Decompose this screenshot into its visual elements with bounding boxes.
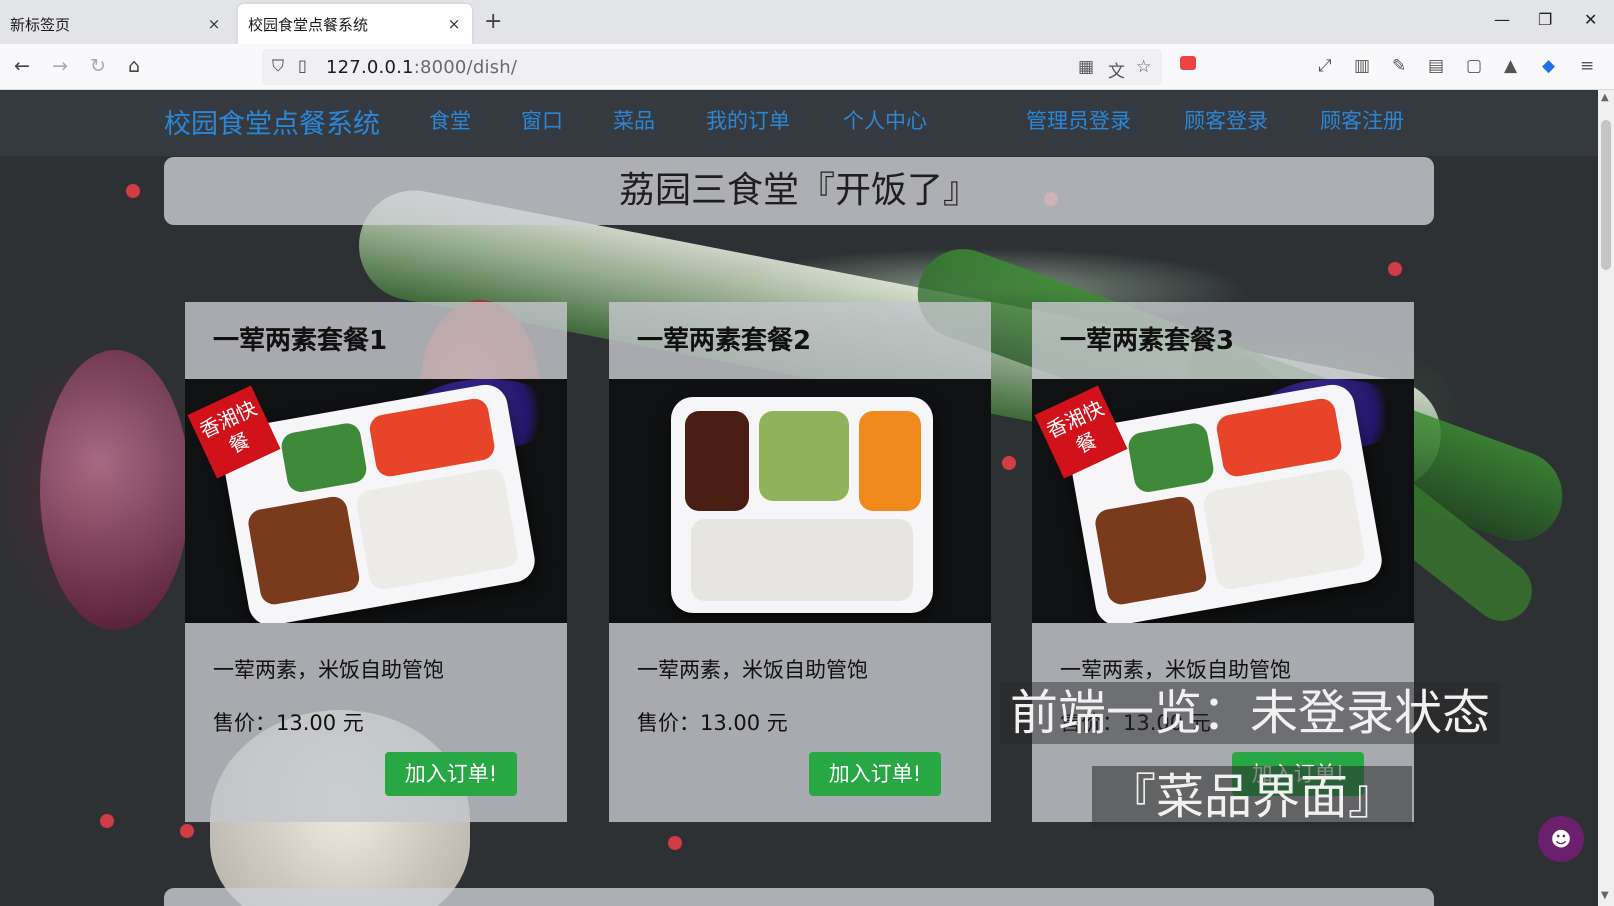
dish-description: 一荤两素，米饭自助管饱 bbox=[637, 658, 868, 682]
photo-rice bbox=[691, 519, 913, 601]
photo-pumpkin bbox=[859, 411, 921, 511]
menu-icon[interactable]: ≡ bbox=[1580, 56, 1594, 76]
dish-photo: 香湘快餐 bbox=[185, 379, 567, 623]
home-icon[interactable]: ⌂ bbox=[128, 54, 140, 78]
tab-close-icon[interactable]: × bbox=[446, 15, 462, 33]
next-canteen-banner bbox=[164, 888, 1434, 906]
browser-toolbar: ← → ↻ ⌂ ⛉ ▯ 127.0.0.1:8000/dish/ ▦ 文 ☆ ⤢… bbox=[0, 44, 1614, 90]
photo-rice bbox=[1201, 466, 1367, 592]
background-berry bbox=[1388, 262, 1402, 276]
nav-link-canteen[interactable]: 食堂 bbox=[429, 105, 471, 135]
url-host: 127.0.0.1 bbox=[326, 57, 414, 78]
photo-broccoli bbox=[279, 421, 369, 495]
nav-link-customer-register[interactable]: 顾客注册 bbox=[1320, 105, 1404, 135]
tab-title: 新标签页 bbox=[10, 15, 71, 34]
url-path: :8000/dish/ bbox=[413, 57, 518, 78]
photo-tomato-egg bbox=[367, 396, 497, 479]
dish-price: 售价：13.00 元 bbox=[213, 711, 364, 735]
extension-icon[interactable]: ▤ bbox=[1428, 56, 1444, 76]
tab-close-icon[interactable]: × bbox=[206, 15, 222, 33]
background-berry bbox=[180, 824, 194, 838]
dish-name: 一荤两素套餐2 bbox=[637, 326, 812, 356]
canteen-banner: 荔园三食堂『开饭了』 bbox=[164, 157, 1434, 225]
restore-icon[interactable]: ❐ bbox=[1538, 10, 1552, 29]
dish-card: 一荤两素套餐1 香湘快餐 一荤两素，米饭自助管饱 售价：13.00 元 加入订单… bbox=[185, 302, 567, 822]
background-berry bbox=[668, 836, 682, 850]
photo-tray bbox=[671, 397, 933, 613]
dish-card: 一荤两素套餐2 一荤两素，米饭自助管饱 售价：13.00 元 加入订单! bbox=[609, 302, 991, 822]
nav-link-window[interactable]: 窗口 bbox=[521, 105, 563, 135]
nav-link-dishes[interactable]: 菜品 bbox=[613, 105, 655, 135]
dish-name: 一荤两素套餐1 bbox=[213, 326, 388, 356]
new-tab-icon[interactable]: + bbox=[484, 10, 502, 34]
photo-meat bbox=[1093, 494, 1209, 607]
fullscreen-icon[interactable]: ⤢ bbox=[1318, 56, 1332, 76]
background-onion bbox=[40, 350, 190, 630]
tab-title: 校园食堂点餐系统 bbox=[248, 15, 369, 34]
translate-icon[interactable]: 文 bbox=[1108, 57, 1125, 82]
dish-price: 售价：13.00 元 bbox=[637, 711, 788, 735]
dish-description: 一荤两素，米饭自助管饱 bbox=[213, 658, 444, 682]
scroll-down-icon[interactable]: ▼ bbox=[1601, 890, 1609, 901]
minimize-icon[interactable]: — bbox=[1494, 10, 1510, 29]
photo-broccoli bbox=[1126, 421, 1216, 495]
nav-link-customer-login[interactable]: 顾客登录 bbox=[1184, 105, 1268, 135]
scrollbar-thumb[interactable] bbox=[1601, 120, 1611, 270]
extension-diamond-icon[interactable]: ◆ bbox=[1542, 56, 1555, 76]
page-viewport: 校园食堂点餐系统 食堂 窗口 菜品 我的订单 个人中心 管理员登录 顾客登录 顾… bbox=[0, 90, 1598, 906]
forward-icon[interactable]: → bbox=[52, 54, 68, 78]
caption-overlay-line2: 『菜品界面』 bbox=[1092, 766, 1413, 828]
caption-overlay-line1: 前端一览：未登录状态 bbox=[1000, 682, 1501, 744]
dish-description: 一荤两素，米饭自助管饱 bbox=[1060, 658, 1291, 682]
site-navbar: 校园食堂点餐系统 食堂 窗口 菜品 我的订单 个人中心 管理员登录 顾客登录 顾… bbox=[0, 90, 1598, 156]
screen-record-icon[interactable] bbox=[1180, 56, 1196, 70]
background-berry bbox=[126, 184, 140, 198]
tools-icon[interactable]: ✎ bbox=[1392, 56, 1406, 76]
dish-photo: 香湘快餐 bbox=[1032, 379, 1414, 623]
bookmark-star-icon[interactable]: ☆ bbox=[1136, 57, 1151, 77]
photo-meat bbox=[685, 411, 749, 511]
graduation-cap-icon[interactable]: ▲ bbox=[1504, 56, 1517, 76]
add-to-order-button[interactable]: 加入订单! bbox=[385, 752, 517, 796]
background-berry bbox=[1002, 456, 1016, 470]
browser-tab-active[interactable]: 校园食堂点餐系统 × bbox=[238, 4, 472, 44]
dish-card: 一荤两素套餐3 香湘快餐 一荤两素，米饭自助管饱 售价：13.00 元 加入订单… bbox=[1032, 302, 1414, 822]
scroll-up-icon[interactable]: ▲ bbox=[1601, 92, 1609, 103]
reader-view-icon[interactable]: ▥ bbox=[1354, 56, 1370, 76]
nav-link-admin-login[interactable]: 管理员登录 bbox=[1026, 105, 1131, 135]
photo-tomato-egg bbox=[1214, 396, 1344, 479]
nav-link-profile[interactable]: 个人中心 bbox=[843, 105, 927, 135]
canteen-title: 荔园三食堂『开饭了』 bbox=[618, 170, 979, 211]
add-to-order-button[interactable]: 加入订单! bbox=[809, 752, 941, 796]
window-close-icon[interactable]: ✕ bbox=[1584, 10, 1597, 29]
site-brand[interactable]: 校园食堂点餐系统 bbox=[164, 102, 380, 141]
browser-tab[interactable]: 新标签页 × bbox=[0, 4, 232, 44]
address-bar[interactable]: ⛉ ▯ 127.0.0.1:8000/dish/ ▦ 文 ☆ bbox=[262, 49, 1162, 85]
dish-name: 一荤两素套餐3 bbox=[1060, 326, 1235, 356]
browser-tab-bar: 新标签页 × 校园食堂点餐系统 × + — ❐ ✕ bbox=[0, 0, 1614, 44]
qr-code-icon[interactable]: ▦ bbox=[1078, 57, 1094, 77]
photo-vegetables bbox=[759, 411, 849, 501]
document-icon[interactable]: ▢ bbox=[1466, 56, 1482, 76]
assistant-bot-icon[interactable]: ☻ bbox=[1538, 816, 1584, 862]
photo-rice bbox=[354, 466, 520, 592]
background-berry bbox=[100, 814, 114, 828]
dish-photo bbox=[609, 379, 991, 623]
back-icon[interactable]: ← bbox=[14, 54, 30, 78]
page-scrollbar[interactable]: ▲ ▼ bbox=[1598, 90, 1614, 906]
shield-icon: ⛉ bbox=[272, 56, 285, 75]
address-url[interactable]: 127.0.0.1:8000/dish/ bbox=[326, 57, 517, 78]
photo-meat bbox=[246, 494, 362, 607]
reload-icon[interactable]: ↻ bbox=[90, 54, 106, 78]
nav-link-my-orders[interactable]: 我的订单 bbox=[706, 105, 790, 135]
page-icon: ▯ bbox=[298, 56, 307, 75]
